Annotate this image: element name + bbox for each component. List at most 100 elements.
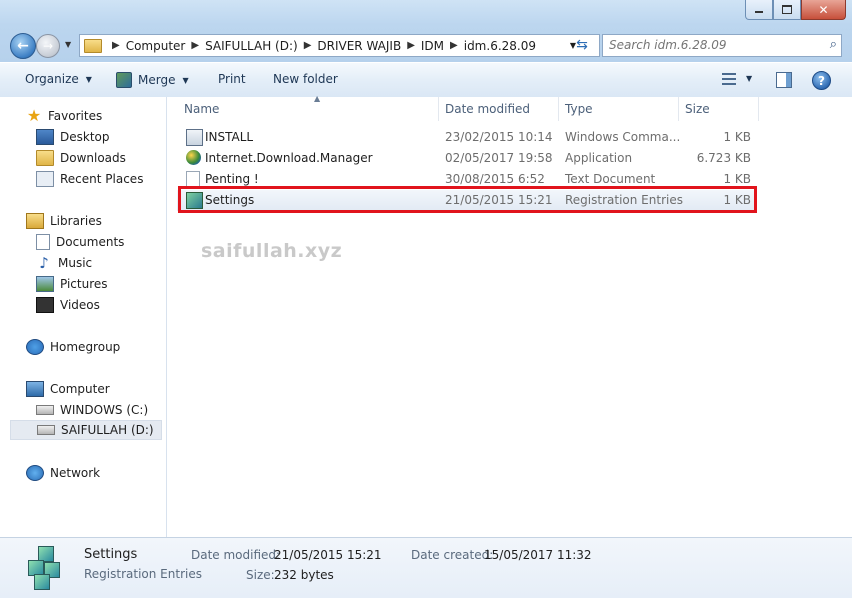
network-icon: [26, 465, 44, 481]
cmd-icon: [186, 129, 203, 146]
breadcrumb-separator-icon[interactable]: ▶: [407, 40, 415, 51]
sidebar-item-label: Favorites: [48, 109, 103, 123]
size-label: Size:: [246, 568, 275, 582]
documents-icon: [36, 234, 50, 250]
breadcrumb-separator-icon[interactable]: ▶: [450, 40, 458, 51]
maximize-button[interactable]: [773, 0, 801, 20]
sidebar-item-recent-places[interactable]: Recent Places: [36, 170, 143, 188]
breadcrumb-separator-icon[interactable]: ▶: [112, 40, 120, 51]
sidebar-item-label: Documents: [56, 235, 125, 249]
breadcrumb-driver-wajib[interactable]: DRIVER WAJIB: [317, 39, 401, 53]
column-header-date-modified[interactable]: Date modified: [439, 97, 559, 121]
search-box[interactable]: ⌕: [602, 34, 842, 57]
organize-button[interactable]: Organize ▼: [25, 72, 92, 86]
sidebar-item-label: Libraries: [50, 214, 102, 228]
recent-pages-dropdown[interactable]: ▼: [65, 40, 71, 49]
breadcrumb-computer[interactable]: Computer: [126, 39, 186, 53]
view-options-dropdown[interactable]: ▼: [746, 74, 752, 83]
column-header-size[interactable]: Size: [679, 97, 759, 121]
sidebar-item-label: Pictures: [60, 277, 108, 291]
view-line: [722, 78, 736, 80]
breadcrumb-idm-version[interactable]: idm.6.28.09: [464, 39, 536, 53]
sidebar-item-drive-c[interactable]: WINDOWS (C:): [36, 401, 148, 419]
forward-button[interactable]: →: [36, 34, 60, 58]
details-pane: Settings Registration Entries Date modif…: [0, 537, 852, 598]
column-header-type[interactable]: Type: [559, 97, 679, 121]
merge-icon: [116, 72, 132, 88]
maximize-icon: [782, 5, 792, 14]
sidebar-item-videos[interactable]: Videos: [36, 296, 100, 314]
music-icon: ♪: [39, 254, 49, 272]
breadcrumb: ▶ Computer ▶ SAIFULLAH (D:) ▶ DRIVER WAJ…: [106, 35, 536, 56]
print-button[interactable]: Print: [218, 72, 246, 86]
minimize-icon: [755, 11, 763, 13]
sidebar-item-libraries[interactable]: Libraries: [26, 212, 102, 230]
sidebar-item-homegroup[interactable]: Homegroup: [26, 338, 120, 356]
date-created-label: Date created:: [411, 548, 494, 562]
sidebar-item-favorites[interactable]: ★ Favorites: [26, 107, 102, 125]
breadcrumb-separator-icon[interactable]: ▶: [304, 40, 312, 51]
print-label: Print: [218, 72, 246, 86]
file-row-idm[interactable]: Internet.Download.Manager 02/05/2017 19:…: [177, 148, 757, 169]
sidebar-item-label: Music: [58, 256, 93, 270]
sidebar-item-label: Computer: [50, 382, 110, 396]
sidebar-item-downloads[interactable]: Downloads: [36, 149, 126, 167]
refresh-button[interactable]: ⇆: [572, 35, 592, 55]
change-view-button[interactable]: [722, 73, 736, 85]
column-header-name[interactable]: Name ▲: [178, 94, 439, 121]
column-header-label: Name: [184, 102, 220, 116]
column-header-label: Size: [685, 102, 710, 116]
videos-icon: [36, 297, 54, 313]
sidebar-item-pictures[interactable]: Pictures: [36, 275, 108, 293]
title-bar: ✕ ← → ▼ ▶ Computer ▶ SAIFULLAH (D:) ▶ DR…: [0, 0, 852, 62]
breadcrumb-idm[interactable]: IDM: [421, 39, 444, 53]
chevron-down-icon: ▼: [85, 74, 92, 84]
sidebar-item-network[interactable]: Network: [26, 464, 100, 482]
back-button[interactable]: ←: [10, 33, 36, 59]
highlight-annotation: [178, 186, 757, 213]
date-created-value: 15/05/2017 11:32: [484, 548, 592, 562]
file-size: 1 KB: [723, 130, 751, 144]
help-icon: ?: [818, 73, 825, 88]
chevron-down-icon: ▼: [182, 75, 189, 85]
view-line: [722, 73, 736, 75]
new-folder-button[interactable]: New folder: [273, 72, 338, 86]
sidebar-item-drive-d[interactable]: SAIFULLAH (D:): [10, 420, 162, 440]
details-file-name: Settings: [84, 547, 138, 562]
refresh-icon: ⇆: [576, 37, 588, 53]
address-bar[interactable]: ▶ Computer ▶ SAIFULLAH (D:) ▶ DRIVER WAJ…: [79, 34, 600, 57]
file-name: Internet.Download.Manager: [205, 151, 373, 165]
registry-file-large-icon: [24, 544, 68, 590]
sidebar-item-computer[interactable]: Computer: [26, 380, 110, 398]
breadcrumb-drive-d[interactable]: SAIFULLAH (D:): [205, 39, 298, 53]
back-arrow-icon: ←: [17, 38, 29, 54]
search-input[interactable]: [603, 35, 825, 54]
sidebar-item-label: Homegroup: [50, 340, 121, 354]
details-file-type: Registration Entries: [84, 567, 202, 581]
sidebar-item-desktop[interactable]: Desktop: [36, 128, 110, 146]
file-row-install[interactable]: INSTALL 23/02/2015 10:14 Windows Comma..…: [177, 127, 757, 148]
file-type: Text Document: [565, 172, 656, 186]
file-size: 6.723 KB: [696, 151, 751, 165]
organize-label: Organize: [25, 72, 79, 86]
column-header-label: Type: [565, 102, 593, 116]
sidebar-item-music[interactable]: ♪ Music: [36, 254, 92, 272]
windows-drive-icon: [36, 405, 54, 415]
breadcrumb-separator-icon[interactable]: ▶: [191, 40, 199, 51]
minimize-button[interactable]: [745, 0, 773, 20]
view-line: [722, 83, 736, 85]
file-type: Windows Comma...: [565, 130, 681, 144]
sidebar-item-documents[interactable]: Documents: [36, 233, 124, 251]
file-list: Name ▲ Date modified Type Size INSTALL 2…: [167, 94, 852, 537]
navigation-pane: ★ Favorites Desktop Downloads Recent Pla…: [0, 97, 167, 537]
file-size: 1 KB: [723, 172, 751, 186]
help-button[interactable]: ?: [812, 71, 831, 90]
date-modified-value: 21/05/2015 15:21: [274, 548, 382, 562]
desktop-icon: [36, 129, 54, 145]
close-button[interactable]: ✕: [801, 0, 846, 20]
merge-button[interactable]: Merge ▼: [116, 72, 189, 88]
search-icon[interactable]: ⌕: [830, 37, 837, 52]
preview-pane-button[interactable]: [776, 72, 792, 88]
sort-ascending-icon: ▲: [314, 94, 321, 103]
file-date: 02/05/2017 19:58: [445, 151, 553, 165]
